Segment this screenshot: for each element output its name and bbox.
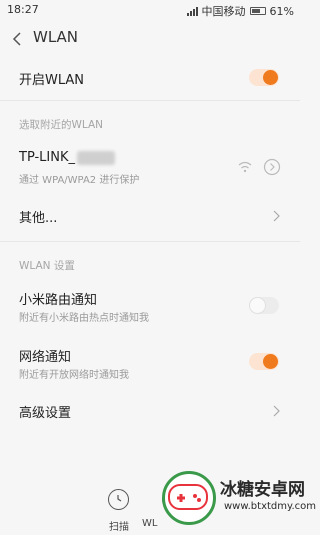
info-icon[interactable] [263, 158, 281, 176]
toggle-knob [263, 70, 278, 85]
network-ssid: TP-LINK_ [19, 150, 116, 165]
router-notify-row[interactable]: 小米路由通知 附近有小米路由热点时通知我 [0, 284, 300, 330]
wifi-signal-icon [238, 161, 252, 173]
page-title: WLAN [33, 28, 79, 46]
wlan-settings-section-header: WLAN 设置 [19, 260, 75, 272]
router-notify-sub: 附近有小米路由热点时通知我 [19, 313, 149, 324]
divider [0, 241, 300, 242]
network-notify-row[interactable]: 网络通知 附近有开放网络时通知我 [0, 340, 300, 386]
scan-label: 扫描 [109, 522, 129, 533]
network-notify-sub: 附近有开放网络时通知我 [19, 370, 129, 381]
network-row[interactable]: TP-LINK_ 通过 WPA/WPA2 进行保护 [0, 143, 300, 191]
battery-percent: 61% [269, 4, 294, 18]
divider [0, 100, 300, 101]
router-notify-label: 小米路由通知 [19, 293, 98, 308]
ssid-redaction [77, 150, 116, 165]
router-notify-switch[interactable] [249, 297, 279, 314]
carrier-name: 中国移动 [201, 5, 246, 18]
signal-icon [186, 6, 198, 16]
toggle-knob [250, 298, 265, 313]
network-notify-switch[interactable] [249, 353, 279, 370]
network-ssid-text: TP-LINK_ [19, 150, 76, 165]
nearby-section-header: 选取附近的WLAN [19, 119, 104, 131]
advanced-label: 高级设置 [19, 406, 72, 421]
chevron-right-icon [273, 405, 280, 417]
toggle-knob [263, 354, 278, 369]
status-bar: 18:27 中国移动 61% [0, 0, 300, 20]
wlan-toggle-switch[interactable] [249, 69, 279, 86]
wlan-toggle-label: 开启WLAN [19, 73, 85, 88]
status-indicators: 中国移动 61% [186, 3, 294, 19]
wlan-toggle-row[interactable]: 开启WLAN [0, 58, 300, 96]
chevron-right-icon [273, 210, 280, 222]
watermark-text: 冰糖安卓网 [220, 480, 305, 500]
advanced-row[interactable]: 高级设置 [0, 394, 300, 428]
other-row[interactable]: 其他... [0, 199, 300, 235]
other-label: 其他... [19, 211, 58, 226]
back-arrow-icon[interactable] [11, 30, 25, 48]
network-notify-label: 网络通知 [19, 350, 72, 365]
title-bar: WLAN [0, 20, 300, 58]
scan-icon[interactable] [108, 489, 129, 510]
wlan-direct-label: WL [142, 518, 158, 529]
network-security: 通过 WPA/WPA2 进行保护 [19, 175, 140, 186]
watermark-url: www.btxtdmy.com [224, 501, 317, 512]
battery-icon [249, 7, 266, 15]
watermark: 冰糖安卓网 www.btxtdmy.com [158, 469, 316, 535]
gamepad-icon [168, 484, 208, 510]
status-time: 18:27 [7, 3, 39, 16]
clock-hand-icon [117, 495, 122, 502]
